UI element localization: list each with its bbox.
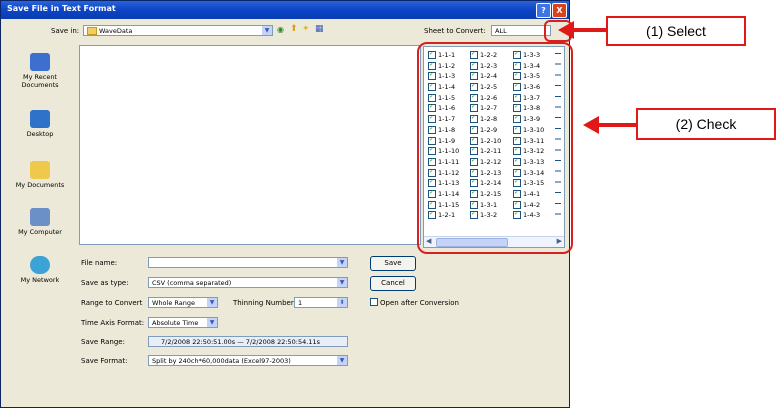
up-folder-icon[interactable]: ⬆	[290, 24, 298, 34]
chevron-down-icon[interactable]: ▼	[207, 318, 217, 327]
save-type-select[interactable]: CSV (comma separated) ▼	[148, 277, 348, 288]
range-label: Range to Convert	[81, 299, 143, 307]
my-documents-icon	[30, 161, 50, 179]
save-range-label: Save Range:	[81, 338, 125, 346]
back-icon[interactable]: ◉	[277, 25, 284, 34]
save-in-combo[interactable]: WaveData ▼	[83, 25, 273, 36]
save-format-label: Save Format:	[81, 357, 128, 365]
save-in-value: WaveData	[87, 27, 132, 35]
place-label: My Network	[20, 276, 60, 284]
places-bar: My Recent Documents Desktop My Documents…	[5, 48, 75, 293]
check-highlight-ring	[417, 42, 573, 254]
range-select[interactable]: Whole Range ▼	[148, 297, 218, 308]
save-range-value: 7/2/2008 22:50:51.00s — 7/2/2008 22:50:5…	[161, 338, 320, 346]
chevron-down-icon[interactable]: ▼	[337, 356, 347, 365]
save-type-value: CSV (comma separated)	[152, 279, 232, 287]
sheet-label: Sheet to Convert:	[424, 27, 486, 35]
place-label: My Documents	[15, 181, 65, 189]
open-after-label: Open after Conversion	[380, 299, 459, 307]
desktop-icon	[30, 110, 50, 128]
time-axis-label: Time Axis Format:	[81, 319, 145, 327]
file-name-input[interactable]: ▼	[148, 257, 348, 268]
close-button[interactable]: X	[552, 3, 567, 18]
place-recent[interactable]: My Recent Documents	[5, 53, 75, 89]
place-desktop[interactable]: Desktop	[5, 110, 75, 138]
chevron-down-icon[interactable]: ▼	[337, 258, 347, 267]
thinning-label: Thinning Number:	[233, 299, 296, 307]
save-range-field: 7/2/2008 22:50:51.00s — 7/2/2008 22:50:5…	[148, 336, 348, 347]
save-type-label: Save as type:	[81, 279, 129, 287]
save-button[interactable]: Save	[370, 256, 416, 271]
time-axis-value: Absolute Time	[152, 319, 199, 327]
place-label: My Computer	[18, 228, 62, 236]
check-arrow-icon	[583, 116, 599, 134]
file-list[interactable]	[79, 45, 421, 245]
help-button[interactable]: ?	[536, 3, 551, 18]
chevron-down-icon[interactable]: ▼	[337, 278, 347, 287]
check-callout: (2) Check	[636, 108, 776, 140]
chevron-down-icon[interactable]: ▼	[207, 298, 217, 307]
time-axis-select[interactable]: Absolute Time ▼	[148, 317, 218, 328]
sheet-combo[interactable]: ALL	[491, 25, 551, 36]
file-name-label: File name:	[81, 259, 118, 267]
new-folder-icon[interactable]: ✦	[302, 24, 310, 34]
title-bar[interactable]: Save File in Text Format ? X	[1, 1, 569, 19]
thinning-input[interactable]: 1 ⬍	[294, 297, 348, 308]
dialog-title: Save File in Text Format	[7, 4, 116, 13]
open-after-checkbox[interactable]	[370, 298, 378, 306]
select-arrow-shaft	[571, 28, 609, 32]
spinner-icon[interactable]: ⬍	[337, 298, 347, 307]
place-computer[interactable]: My Computer	[5, 208, 75, 236]
select-callout: (1) Select	[606, 16, 746, 46]
place-network[interactable]: My Network	[5, 256, 75, 284]
check-arrow-shaft	[598, 123, 636, 127]
place-documents[interactable]: My Documents	[5, 161, 75, 189]
recent-documents-icon	[30, 53, 50, 71]
range-value: Whole Range	[152, 299, 195, 307]
select-arrow-icon	[558, 21, 574, 39]
folder-icon	[87, 27, 97, 35]
my-computer-icon	[30, 208, 50, 226]
chevron-down-icon[interactable]: ▼	[262, 26, 272, 35]
save-format-select[interactable]: Split by 240ch*60,000data (Excel97-2003)…	[148, 355, 348, 366]
sheet-value: ALL	[495, 27, 507, 35]
cancel-button[interactable]: Cancel	[370, 276, 416, 291]
save-in-label: Save in:	[51, 27, 80, 35]
my-network-icon	[30, 256, 50, 274]
place-label: Desktop	[26, 130, 54, 138]
save-format-value: Split by 240ch*60,000data (Excel97-2003)	[152, 357, 291, 365]
views-icon[interactable]: ▦	[315, 24, 324, 34]
place-label: My Recent Documents	[21, 73, 59, 89]
thinning-value: 1	[298, 299, 303, 307]
